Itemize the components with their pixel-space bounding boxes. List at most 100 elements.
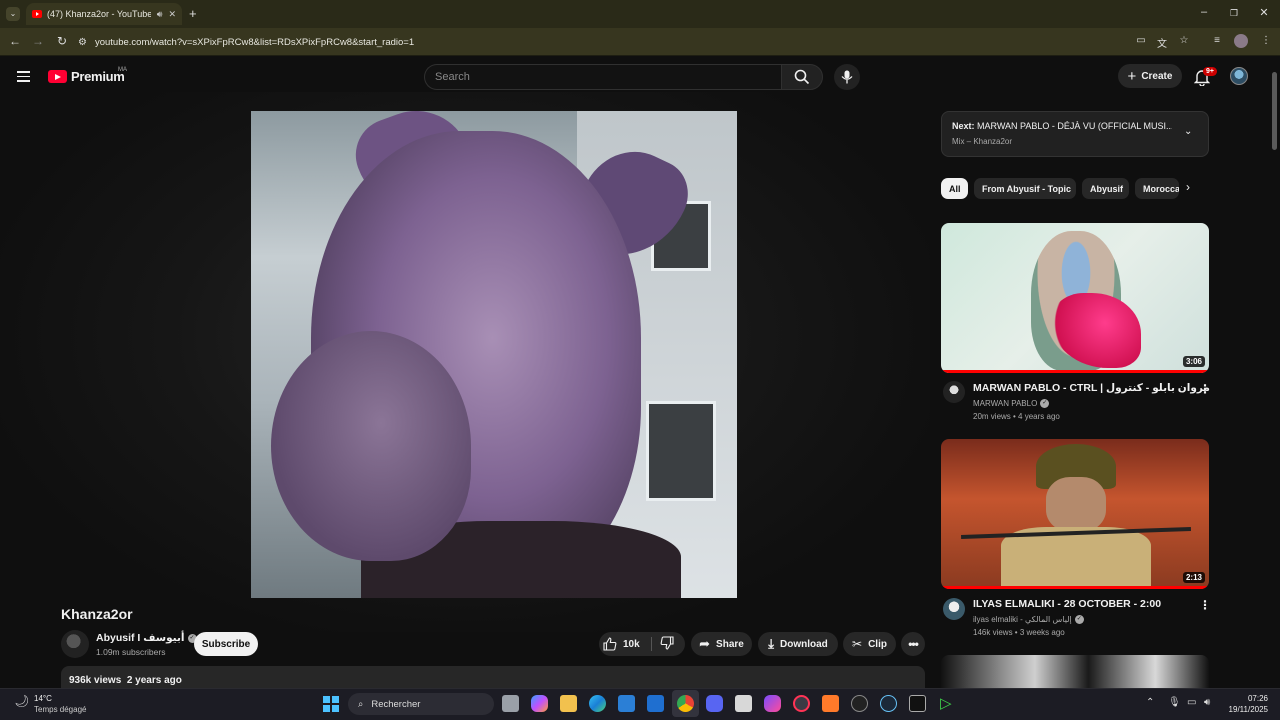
recommendation-channel[interactable]: ilyas elmaliki - إلياس المالكي <box>973 615 1072 624</box>
channel-avatar[interactable] <box>61 630 89 658</box>
recommendation-channel-row[interactable]: MARWAN PABLO ✓ <box>973 399 1050 408</box>
scrollbar-thumb[interactable] <box>1272 72 1277 150</box>
chip-all[interactable]: All <box>941 178 968 199</box>
fl-studio-icon[interactable] <box>851 695 868 712</box>
copilot-icon[interactable] <box>531 695 548 712</box>
search-button[interactable] <box>781 64 823 90</box>
video-title: Khanza2or <box>61 606 133 622</box>
playlist-next-panel[interactable] <box>941 111 1209 157</box>
more-horizontal-icon: ••• <box>908 637 919 651</box>
clock[interactable]: 07:26 19/11/2025 <box>1220 693 1268 715</box>
more-vertical-icon[interactable]: ⋮ <box>1199 382 1211 396</box>
address-bar[interactable]: ⚙ youtube.com/watch?v=sXPixFpRCw8&list=R… <box>78 32 1198 52</box>
site-info-icon[interactable]: ⚙ <box>78 37 87 48</box>
back-icon[interactable]: ← <box>7 34 23 48</box>
video-frame-window <box>646 401 716 501</box>
recommendation-title[interactable]: MARWAN PABLO - CTRL | مروان بابلو - كنتر… <box>973 382 1210 394</box>
speaker-icon[interactable]: 🔊︎ <box>157 9 163 20</box>
expand-chevron-icon[interactable]: ⌄ <box>1184 126 1192 137</box>
channel-name[interactable]: Abyusif I أبيوسف <box>96 632 185 644</box>
minimize-icon[interactable]: – <box>1196 6 1212 18</box>
play-app-icon[interactable]: ▷ <box>940 695 957 712</box>
opera-gx-icon[interactable] <box>793 695 810 712</box>
channel-avatar[interactable] <box>943 598 965 620</box>
restore-icon[interactable]: ❐ <box>1226 8 1242 19</box>
notification-badge: 9+ <box>1203 67 1217 76</box>
profile-avatar-icon[interactable] <box>1234 34 1248 48</box>
create-button[interactable]: + Create <box>1118 64 1182 88</box>
voice-search-button[interactable] <box>834 64 860 90</box>
video-player[interactable] <box>251 111 737 598</box>
weather-description: Temps dégagé <box>34 705 87 714</box>
game-controller-icon[interactable] <box>764 695 781 712</box>
windows-start-icon[interactable] <box>323 696 339 712</box>
close-tab-icon[interactable]: ✕ <box>168 9 176 20</box>
like-button[interactable]: 10k <box>603 634 649 654</box>
audio-app-icon[interactable] <box>909 695 926 712</box>
outlook-icon[interactable] <box>647 695 664 712</box>
ableton-icon[interactable] <box>822 695 839 712</box>
video-duration: 3:06 <box>1182 356 1205 367</box>
moon-weather-icon[interactable]: 🌙︎ <box>14 694 29 708</box>
volume-icon[interactable]: 🔊︎ <box>1204 697 1210 708</box>
chip-scroll-right-icon[interactable]: › <box>1186 180 1190 194</box>
next-prefix: Next: <box>952 121 975 131</box>
cast-icon[interactable]: ▭ <box>1134 35 1148 46</box>
new-tab-button[interactable]: + <box>189 6 197 21</box>
file-explorer-icon[interactable] <box>560 695 577 712</box>
search-input[interactable] <box>425 65 782 89</box>
display-icon[interactable]: ▭ <box>1187 697 1196 708</box>
recommendation-channel-row[interactable]: ilyas elmaliki - إلياس المالكي ✓ <box>973 615 1084 624</box>
youtube-premium-logo[interactable]: Premium MA <box>48 67 127 84</box>
view-count-and-age: 936k views 2 years ago <box>69 675 182 686</box>
steam-icon[interactable] <box>880 695 897 712</box>
video-frame-hand <box>271 331 471 561</box>
browser-menu-icon[interactable]: ⋮ <box>1259 35 1273 46</box>
recommendation-channel[interactable]: MARWAN PABLO <box>973 399 1037 408</box>
recommendation-thumbnail[interactable]: 3:06 <box>941 223 1209 373</box>
tab-list-button[interactable]: ⌄ <box>6 7 20 21</box>
reload-icon[interactable]: ↻ <box>54 34 70 48</box>
edge-icon[interactable] <box>589 695 606 712</box>
window-close-icon[interactable]: ✕ <box>1256 6 1272 19</box>
download-button[interactable]: ⤓ Download <box>758 632 838 656</box>
chip-moroccan[interactable]: Moroccan <box>1135 178 1179 199</box>
chrome-icon[interactable] <box>677 695 694 712</box>
dislike-button[interactable] <box>660 636 674 655</box>
more-actions-button[interactable]: ••• <box>901 632 925 656</box>
next-up: Next: MARWAN PABLO - DÉJÀ VU (OFFICIAL M… <box>952 121 1172 131</box>
taskbar-search-label: Rechercher <box>371 698 421 710</box>
hidden-icons-chevron-icon[interactable]: ⌃ <box>1146 697 1154 708</box>
recommendation-title[interactable]: ILYAS ELMALIKI - 28 OCTOBER - 2:00 <box>973 598 1161 610</box>
more-vertical-icon[interactable]: ⋮ <box>1199 598 1211 612</box>
recommendation-thumbnail[interactable] <box>941 655 1209 688</box>
page-scrollbar[interactable] <box>1272 62 1278 688</box>
temperature: 14°C <box>34 694 52 703</box>
taskbar-search[interactable]: ⌕ Rechercher <box>348 693 494 715</box>
share-button[interactable]: ➦ Share <box>691 632 752 656</box>
channel-name-row[interactable]: Abyusif I أبيوسف ✓ <box>96 632 197 644</box>
translate-icon[interactable]: 文 <box>1155 35 1169 50</box>
next-video-title: MARWAN PABLO - DÉJÀ VU (OFFICIAL MUSI... <box>977 121 1172 131</box>
hamburger-menu-icon[interactable] <box>17 71 30 82</box>
clip-button[interactable]: ✂ Clip <box>843 632 896 656</box>
recommendation-age: 4 years ago <box>1018 412 1060 421</box>
chip-from-abyusif-topic[interactable]: From Abyusif - Topic <box>974 178 1076 199</box>
reading-list-icon[interactable]: ≡ <box>1210 35 1224 46</box>
account-avatar[interactable] <box>1230 67 1248 85</box>
time: 07:26 <box>1247 694 1268 703</box>
channel-avatar[interactable] <box>943 381 965 403</box>
subscribe-button[interactable]: Subscribe <box>194 632 258 656</box>
bookmark-star-icon[interactable]: ☆ <box>1177 35 1191 46</box>
microphone-icon[interactable]: 🎙︎ <box>1168 697 1181 708</box>
recommendation-views: 146k views <box>973 628 1013 637</box>
store-icon[interactable] <box>618 695 635 712</box>
browser-tab[interactable]: (47) Khanza2or - YouTube 🔊︎ ✕ <box>26 3 182 25</box>
forward-icon[interactable]: → <box>30 34 46 48</box>
recommendation-thumbnail[interactable]: 2:13 <box>941 439 1209 589</box>
task-view-icon[interactable] <box>502 695 519 712</box>
chip-abyusif[interactable]: Abyusif <box>1082 178 1129 199</box>
download-icon: ⤓ <box>768 636 774 651</box>
discord-icon[interactable] <box>706 695 723 712</box>
mail-icon[interactable] <box>735 695 752 712</box>
